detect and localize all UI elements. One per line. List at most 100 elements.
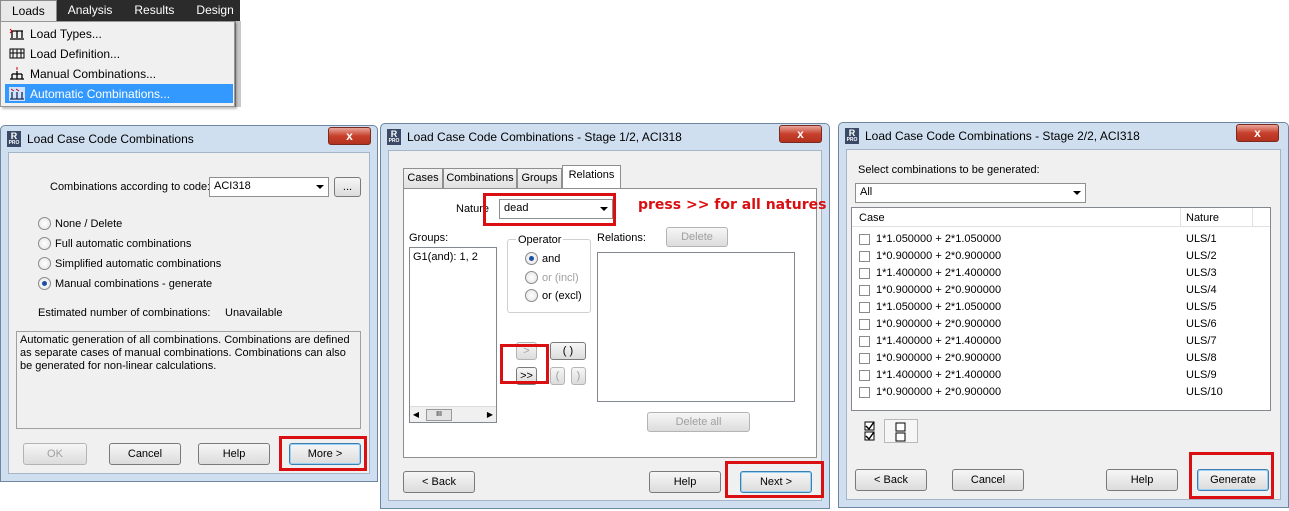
operator-and[interactable]: and (525, 252, 560, 265)
help-button[interactable]: Help (198, 443, 270, 465)
delete-button[interactable]: Delete (666, 227, 728, 247)
option-label: Full automatic combinations (55, 237, 192, 250)
groups-list[interactable]: G1(and): 1, 2 ◀ III ▶ (409, 247, 497, 423)
option-simplified-automatic[interactable]: Simplified automatic combinations (38, 257, 221, 270)
menu-item-manual-combinations[interactable]: Manual Combinations... (5, 64, 233, 83)
menu-item-load-definition[interactable]: Load Definition... (5, 44, 233, 63)
deselect-all-icon (895, 422, 906, 442)
radio-icon (525, 289, 538, 302)
list-item[interactable]: G1(and): 1, 2 (413, 251, 478, 263)
filter-select-value: All (860, 186, 873, 198)
menu-item-automatic-combinations[interactable]: Automatic Combinations... (5, 84, 233, 103)
table-header: Case Nature (852, 208, 1270, 227)
combinations-table[interactable]: Case Nature 1*1.050000 + 2*1.050000 ULS/1… (851, 207, 1271, 411)
checkbox[interactable] (859, 387, 870, 398)
relations-list[interactable] (597, 252, 795, 402)
row-case: 1*1.400000 + 2*1.400000 (876, 335, 1002, 347)
column-divider[interactable] (1180, 208, 1181, 227)
back-button[interactable]: < Back (855, 469, 927, 491)
operator-or-incl-label: or (incl) (542, 271, 579, 284)
menu-design[interactable]: Design (185, 0, 244, 21)
checkbox[interactable] (859, 336, 870, 347)
operator-or-excl[interactable]: or (excl) (525, 289, 582, 302)
table-row[interactable]: 1*0.900000 + 2*0.900000 ULS/6 (852, 316, 1262, 333)
table-row[interactable]: 1*1.400000 + 2*1.400000 ULS/9 (852, 367, 1262, 384)
close-button[interactable]: x (779, 125, 822, 143)
tab-groups[interactable]: Groups (517, 168, 562, 188)
table-row[interactable]: 1*1.050000 + 2*1.050000 ULS/5 (852, 299, 1262, 316)
menu-results[interactable]: Results (123, 0, 185, 21)
checkbox[interactable] (859, 234, 870, 245)
code-select[interactable]: ACI318 (209, 177, 329, 197)
checkbox[interactable] (859, 319, 870, 330)
table-row[interactable]: 1*0.900000 + 2*0.900000 ULS/8 (852, 350, 1262, 367)
scroll-thumb[interactable]: III (426, 408, 452, 421)
option-manual-generate[interactable]: Manual combinations - generate (38, 277, 212, 290)
highlight-add-all-button (500, 344, 549, 384)
horizontal-scrollbar[interactable]: ◀ III ▶ (410, 406, 496, 422)
open-paren-button[interactable]: ( (550, 367, 565, 385)
operator-label: Operator (516, 234, 564, 246)
table-row[interactable]: 1*1.400000 + 2*1.400000 ULS/7 (852, 333, 1262, 350)
menu-loads[interactable]: Loads (0, 0, 57, 21)
menu-item-load-types[interactable]: Load Types... (5, 24, 233, 43)
row-nature: ULS/2 (1186, 250, 1217, 262)
operator-group: Operator and or (incl) or (excl) (507, 234, 591, 313)
table-row[interactable]: 1*1.050000 + 2*1.050000 ULS/1 (852, 231, 1262, 248)
checkbox[interactable] (859, 302, 870, 313)
delete-all-button[interactable]: Delete all (647, 412, 750, 432)
row-case: 1*1.400000 + 2*1.400000 (876, 267, 1002, 279)
select-all-icon[interactable] (864, 421, 876, 441)
option-full-automatic[interactable]: Full automatic combinations (38, 237, 191, 250)
help-button[interactable]: Help (1106, 469, 1178, 491)
column-header-nature[interactable]: Nature (1186, 212, 1219, 224)
dialog-title: Load Case Code Combinations - Stage 1/2,… (407, 130, 682, 144)
paren-pair-button[interactable]: ( ) (550, 342, 586, 360)
checkbox[interactable] (859, 370, 870, 381)
help-button[interactable]: Help (649, 471, 721, 493)
close-paren-button[interactable]: ) (571, 367, 586, 385)
back-button[interactable]: < Back (403, 471, 475, 493)
close-button[interactable]: x (328, 127, 371, 145)
highlight-next-button (725, 461, 824, 498)
radio-icon (38, 217, 51, 230)
table-row[interactable]: 1*1.400000 + 2*1.400000 ULS/3 (852, 265, 1262, 282)
tab-panel-relations: Nature dead press >> for all natures Gro… (403, 188, 827, 458)
row-case: 1*0.900000 + 2*0.900000 (876, 284, 1002, 296)
ok-button[interactable]: OK (23, 443, 87, 465)
table-row[interactable]: 1*0.900000 + 2*0.900000 ULS/10 (852, 384, 1262, 401)
scroll-right-icon[interactable]: ▶ (484, 410, 496, 419)
table-row[interactable]: 1*0.900000 + 2*0.900000 ULS/2 (852, 248, 1262, 265)
table-row[interactable]: 1*0.900000 + 2*0.900000 ULS/4 (852, 282, 1262, 299)
column-header-case[interactable]: Case (859, 212, 885, 224)
code-browse-button[interactable]: ... (334, 177, 361, 197)
filter-select[interactable]: All (855, 183, 1086, 203)
row-case: 1*1.400000 + 2*1.400000 (876, 369, 1002, 381)
annotation-text: press >> for all natures (638, 197, 827, 213)
radio-icon (38, 257, 51, 270)
cancel-button[interactable]: Cancel (109, 443, 181, 465)
tab-combinations[interactable]: Combinations (443, 168, 517, 188)
checkbox[interactable] (859, 251, 870, 262)
option-label: None / Delete (55, 217, 123, 230)
column-divider[interactable] (1252, 208, 1253, 227)
menu-analysis[interactable]: Analysis (57, 0, 124, 21)
tab-relations[interactable]: Relations (562, 165, 621, 188)
close-button[interactable]: x (1236, 124, 1279, 142)
dialog-stage-2-of-2: R PRO Load Case Code Combinations - Stage… (838, 122, 1289, 508)
dialog-stage-1-of-2: R PRO Load Case Code Combinations - Stage… (380, 123, 830, 509)
tab-cases[interactable]: Cases (403, 168, 443, 188)
deselect-all-button[interactable] (884, 419, 918, 443)
menu-item-label: Automatic Combinations... (30, 86, 171, 101)
cancel-button[interactable]: Cancel (952, 469, 1024, 491)
highlight-nature-select (483, 193, 616, 226)
scroll-left-icon[interactable]: ◀ (410, 410, 422, 419)
dialog-title: Load Case Code Combinations - Stage 2/2,… (865, 129, 1140, 143)
option-none-delete[interactable]: None / Delete (38, 217, 122, 230)
checkbox[interactable] (859, 268, 870, 279)
operator-or-incl[interactable]: or (incl) (525, 271, 579, 284)
background-window-edge (235, 21, 241, 107)
robot-logo-icon: R PRO (845, 128, 859, 144)
checkbox[interactable] (859, 353, 870, 364)
checkbox[interactable] (859, 285, 870, 296)
